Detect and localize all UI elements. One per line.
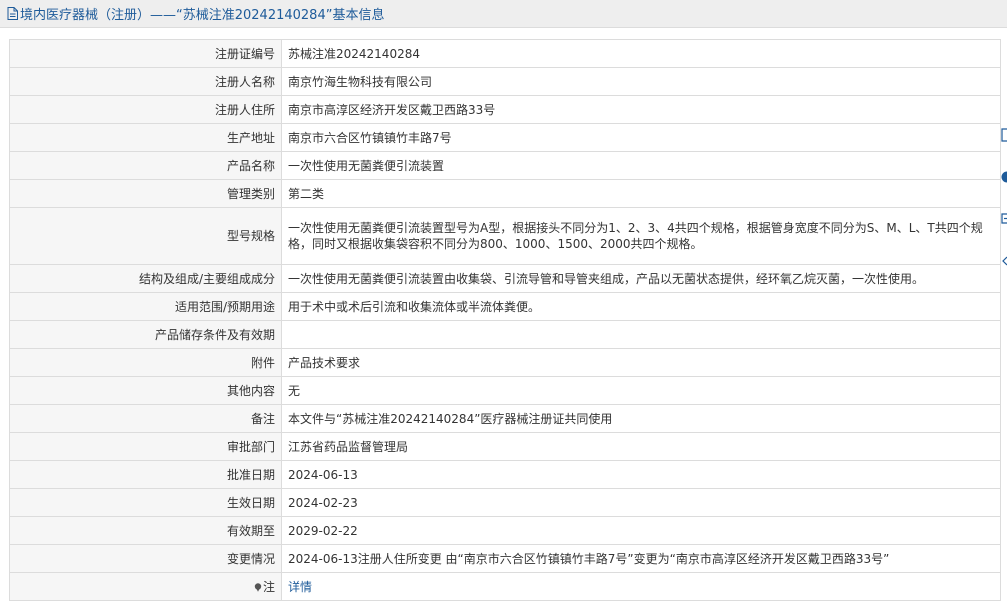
table-row: 批准日期 2024-06-13 (9, 460, 1001, 489)
document-icon (7, 6, 18, 20)
row-label: 适用范围/预期用途 (9, 292, 282, 321)
note-row: 注 详情 (9, 572, 1001, 601)
row-value: 2024-02-23 (281, 488, 1001, 517)
table-row: 结构及组成/主要组成成分 一次性使用无菌粪便引流装置由收集袋、引流导管和导管夹组成… (9, 264, 1001, 293)
page-title: 境内医疗器械（注册）——“苏械注准20242140284”基本信息 (20, 7, 385, 23)
row-value: 本文件与“苏械注准20242140284”医疗器械注册证共同使用 (281, 404, 1001, 433)
row-value: 2024-06-13注册人住所变更 由“南京市六合区竹镇镇竹丰路7号”变更为“南… (281, 544, 1001, 573)
table-row: 有效期至 2029-02-22 (9, 516, 1001, 545)
table-row: 注册证编号 苏械注准20242140284 (9, 39, 1001, 68)
chevron-icon[interactable] (999, 254, 1007, 268)
row-label: 生产地址 (9, 123, 282, 152)
row-label: 其他内容 (9, 376, 282, 405)
row-label: 管理类别 (9, 179, 282, 208)
table-row: 产品储存条件及有效期 (9, 320, 1001, 349)
row-value: 用于术中或术后引流和收集流体或半流体粪便。 (281, 292, 1001, 321)
chat-icon[interactable] (999, 212, 1007, 226)
row-label: 注册人名称 (9, 67, 282, 96)
table-row: 附件 产品技术要求 (9, 348, 1001, 377)
pin-icon (254, 582, 262, 592)
row-value: 第二类 (281, 179, 1001, 208)
table-row: 审批部门 江苏省药品监督管理局 (9, 432, 1001, 461)
row-label: 结构及组成/主要组成成分 (9, 264, 282, 293)
row-value: 苏械注准20242140284 (281, 39, 1001, 68)
row-label: 产品名称 (9, 151, 282, 180)
table-row: 变更情况 2024-06-13注册人住所变更 由“南京市六合区竹镇镇竹丰路7号”变… (9, 544, 1001, 573)
document-icon[interactable] (999, 128, 1007, 142)
table-row: 注册人名称 南京竹海生物科技有限公司 (9, 67, 1001, 96)
details-link[interactable]: 详情 (288, 580, 312, 594)
table-row: 生产地址 南京市六合区竹镇镇竹丰路7号 (9, 123, 1001, 152)
row-label: 变更情况 (9, 544, 282, 573)
row-label: 产品储存条件及有效期 (9, 320, 282, 349)
note-value-cell: 详情 (281, 572, 1001, 601)
row-label: 批准日期 (9, 460, 282, 489)
row-value: 2024-06-13 (281, 460, 1001, 489)
row-value: 2029-02-22 (281, 516, 1001, 545)
row-label: 有效期至 (9, 516, 282, 545)
row-label: 审批部门 (9, 432, 282, 461)
table-row: 其他内容无 (9, 376, 1001, 405)
row-label: 备注 (9, 404, 282, 433)
row-value: 南京市高淳区经济开发区戴卫西路33号 (281, 95, 1001, 124)
info-icon[interactable] (999, 170, 1007, 184)
table-row: 注册人住所 南京市高淳区经济开发区戴卫西路33号 (9, 95, 1001, 124)
row-value: 南京竹海生物科技有限公司 (281, 67, 1001, 96)
table-row: 管理类别 第二类 (9, 179, 1001, 208)
info-table: 注册证编号 苏械注准20242140284 注册人名称 南京竹海生物科技有限公司 注… (9, 39, 1001, 601)
row-label: 附件 (9, 348, 282, 377)
row-label: 注册证编号 (9, 39, 282, 68)
table-row: 产品名称 一次性使用无菌粪便引流装置 (9, 151, 1001, 180)
row-value (281, 320, 1001, 349)
row-value: 南京市六合区竹镇镇竹丰路7号 (281, 123, 1001, 152)
side-toolbar (998, 120, 1007, 290)
table-row: 型号规格 一次性使用无菌粪便引流装置型号为A型，根据接头不同分为1、2、3、4共四… (9, 207, 1001, 265)
note-label: 注 (262, 579, 275, 594)
row-value: 一次性使用无菌粪便引流装置由收集袋、引流导管和导管夹组成，产品以无菌状态提供，经… (281, 264, 1001, 293)
table-row: 备注 本文件与“苏械注准20242140284”医疗器械注册证共同使用 (9, 404, 1001, 433)
row-label: 注册人住所 (9, 95, 282, 124)
note-label-cell: 注 (9, 572, 282, 601)
page-header: 境内医疗器械（注册）——“苏械注准20242140284”基本信息 (0, 0, 1007, 28)
row-value: 一次性使用无菌粪便引流装置 (281, 151, 1001, 180)
page-title-wrap: 境内医疗器械（注册）——“苏械注准20242140284”基本信息 (7, 5, 385, 23)
row-label: 型号规格 (9, 207, 282, 265)
row-value: 产品技术要求 (281, 348, 1001, 377)
table-row: 生效日期 2024-02-23 (9, 488, 1001, 517)
row-value: 无 (281, 376, 1001, 405)
row-label: 生效日期 (9, 488, 282, 517)
row-value: 一次性使用无菌粪便引流装置型号为A型，根据接头不同分为1、2、3、4共四个规格，… (281, 207, 1001, 265)
row-value: 江苏省药品监督管理局 (281, 432, 1001, 461)
table-row: 适用范围/预期用途 用于术中或术后引流和收集流体或半流体粪便。 (9, 292, 1001, 321)
